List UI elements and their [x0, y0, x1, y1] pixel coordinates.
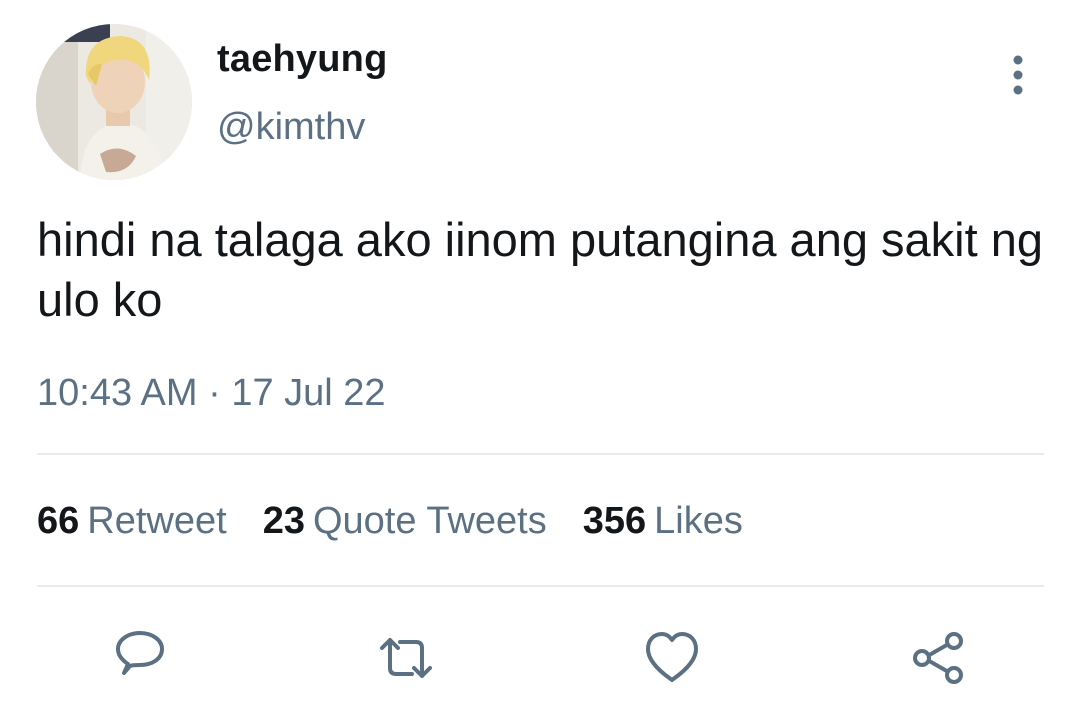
quote-tweets-label: Quote Tweets: [312, 500, 547, 542]
share-icon: [913, 632, 963, 684]
tweet-detail: taehyung @kimthv hindi na talaga ako iin…: [0, 0, 1080, 726]
more-options-button[interactable]: [998, 50, 1038, 100]
likes-label: Likes: [654, 500, 743, 542]
retweet-label: Retweet: [87, 500, 227, 542]
tweet-timestamp[interactable]: 10:43 AM · 17 Jul 22: [37, 372, 386, 415]
user-handle[interactable]: @kimthv: [217, 106, 365, 149]
more-vertical-icon: [1013, 55, 1023, 95]
quote-tweets-count: 23: [262, 500, 305, 542]
tweet-text: hindi na talaga ako iinom putangina ang …: [37, 213, 1044, 326]
avatar[interactable]: [36, 24, 192, 180]
retweet-count-link[interactable]: 66 Retweet: [37, 500, 227, 543]
share-button[interactable]: [908, 628, 968, 688]
heart-icon: [646, 632, 698, 682]
avatar-photo: [36, 24, 192, 180]
retweet-icon: [380, 638, 432, 678]
retweet-button[interactable]: [376, 628, 436, 688]
likes-link[interactable]: 356 Likes: [583, 500, 743, 543]
retweet-count: 66: [37, 500, 80, 542]
reply-button[interactable]: [110, 628, 170, 688]
display-name[interactable]: taehyung: [217, 38, 388, 81]
like-button[interactable]: [642, 628, 702, 688]
divider: [37, 585, 1044, 587]
engagement-stats: 66 Retweet 23 Quote Tweets 356 Likes: [37, 500, 779, 543]
divider: [37, 453, 1044, 455]
reply-icon: [116, 631, 164, 675]
quote-tweets-link[interactable]: 23 Quote Tweets: [263, 500, 547, 543]
likes-count: 356: [582, 500, 647, 542]
